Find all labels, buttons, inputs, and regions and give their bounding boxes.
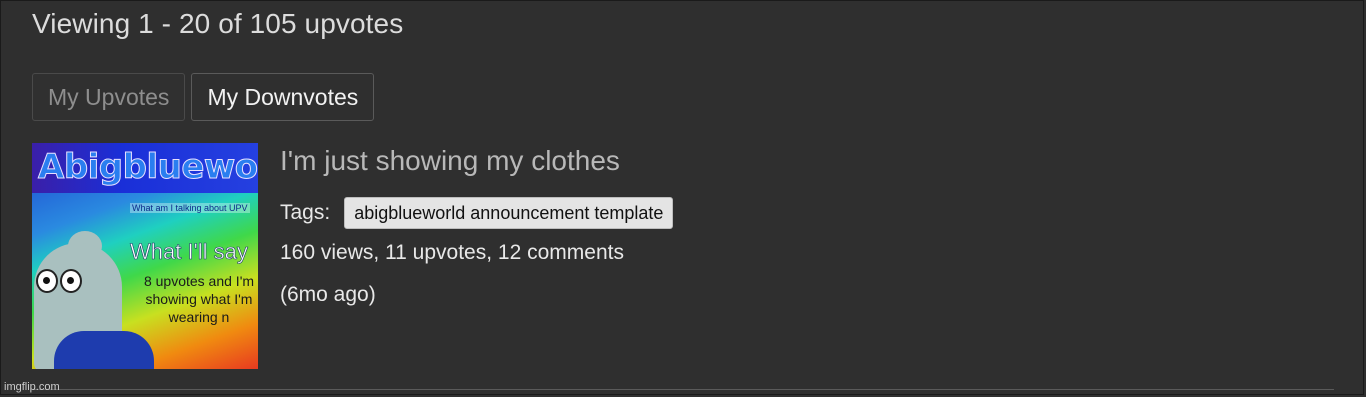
thumbnail-small-text: What am I talking about UPV	[130, 203, 250, 213]
divider	[32, 389, 1334, 390]
item-meta: I'm just showing my clothes Tags: abigbl…	[280, 143, 674, 306]
tags-row: Tags: abigblueworld announcement templat…	[280, 197, 674, 229]
tab-my-upvotes[interactable]: My Upvotes	[32, 73, 186, 121]
tag-chip[interactable]: abigblueworld announcement template	[344, 197, 674, 229]
item-stats: 160 views, 11 upvotes, 12 comments	[280, 241, 624, 264]
thumbnail-sub-text: 8 upvotes and I'm showing what I'm weari…	[143, 273, 255, 325]
character-right-eye	[60, 269, 82, 293]
imgflip-watermark: imgflip.com	[4, 381, 60, 393]
character-left-eye	[36, 269, 58, 293]
tab-my-downvotes[interactable]: My Downvotes	[191, 73, 375, 121]
thumbnail-say-text: What I'll say	[130, 239, 249, 265]
viewing-count-heading: Viewing 1 - 20 of 105 upvotes	[32, 8, 404, 39]
meme-thumbnail[interactable]: Abigblueworld What am I talking about UP…	[32, 143, 258, 369]
vote-tabs: My Upvotes My Downvotes	[32, 73, 375, 121]
tags-label: Tags:	[280, 201, 331, 224]
thumbnail-title: Abigblueworld	[38, 147, 258, 188]
item-title-link[interactable]: I'm just showing my clothes	[280, 143, 620, 179]
character-shirt	[54, 331, 154, 369]
item-time-ago: (6mo ago)	[280, 283, 376, 306]
